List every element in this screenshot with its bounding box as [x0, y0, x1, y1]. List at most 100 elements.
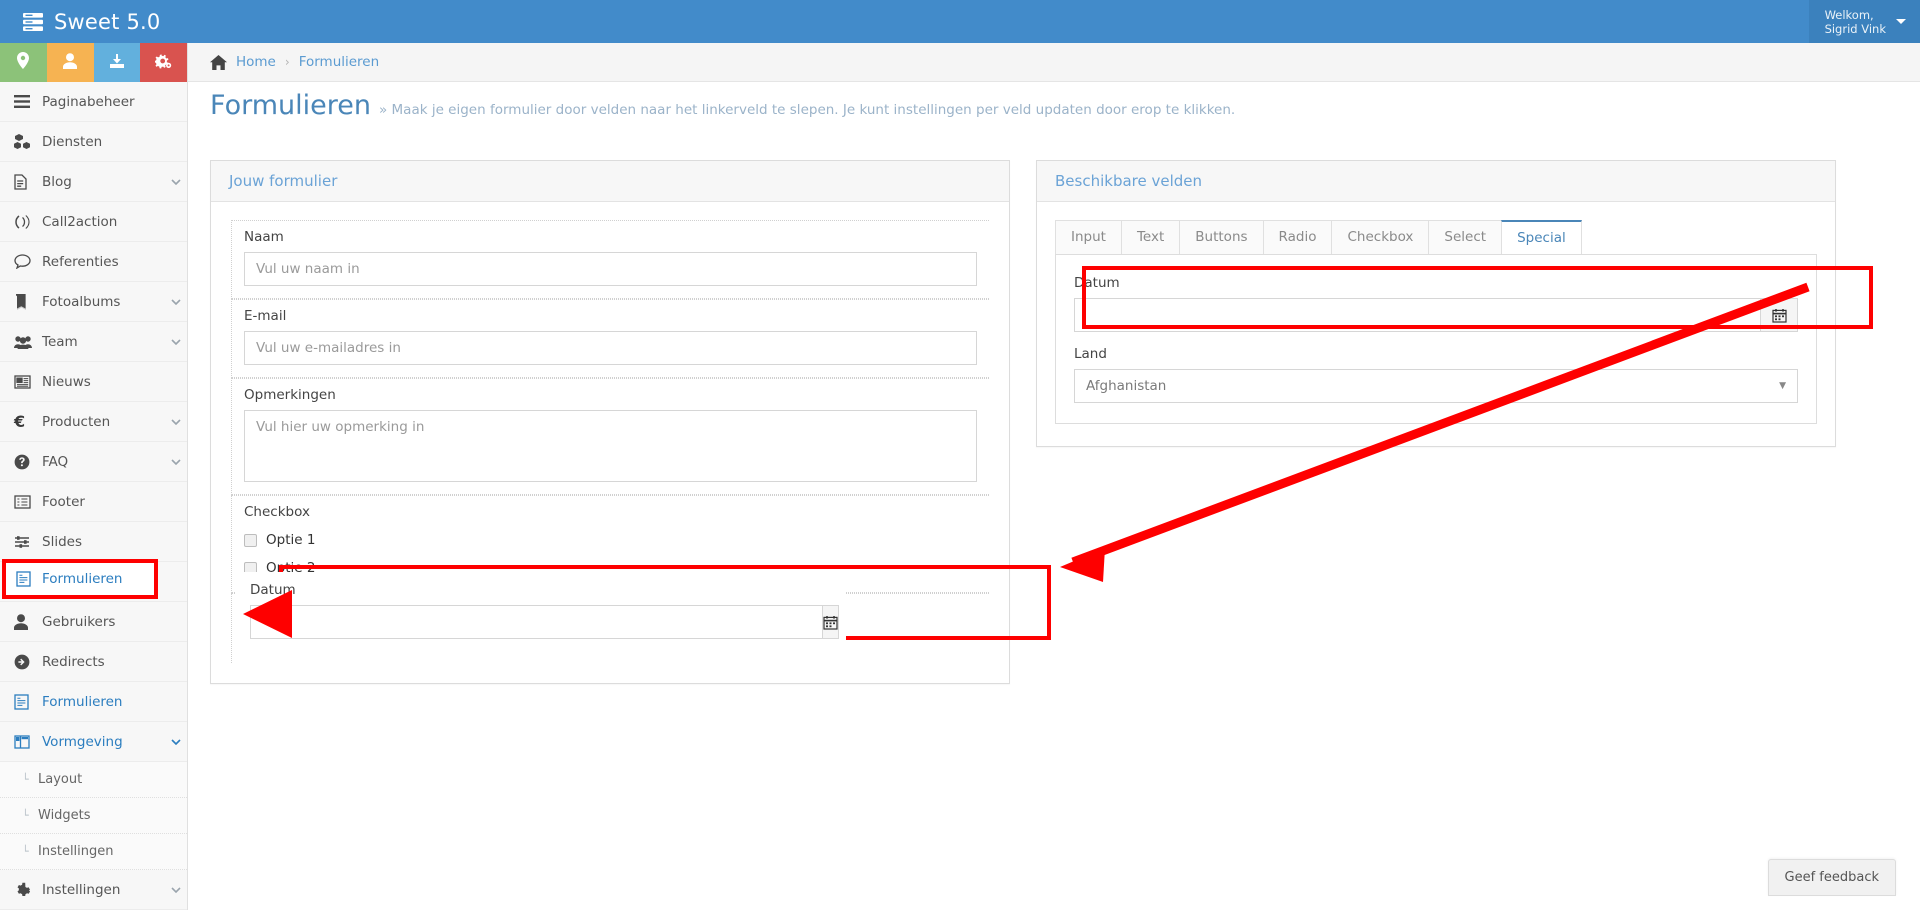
naam-input[interactable]: Vul uw naam in [244, 252, 977, 286]
calendar-icon[interactable] [1760, 298, 1798, 332]
sidebar-item-label: Vormgeving [42, 733, 123, 750]
user-greeting: Welkom, Sigrid Vink [1825, 8, 1886, 36]
sidebar-item-referenties[interactable]: Referenties [0, 242, 187, 282]
sidebar-item-slides[interactable]: Slides [0, 522, 187, 562]
sidebar-item-diensten[interactable]: Diensten [0, 122, 187, 162]
sidebar-subitem-widgets[interactable]: └ Widgets [0, 798, 187, 834]
sidebar-item-nieuws[interactable]: Nieuws [0, 362, 187, 402]
sidebar-item-paginabeheer[interactable]: Paginabeheer [0, 82, 187, 122]
gear-icon [14, 882, 42, 898]
tab-label: Select [1444, 229, 1487, 245]
tab-checkbox[interactable]: Checkbox [1331, 220, 1430, 254]
cogs-icon [154, 53, 172, 73]
sidebar-item-label: Team [42, 333, 78, 350]
tree-branch-icon: └ [22, 809, 29, 822]
sidebar-item-fotoalbums[interactable]: Fotoalbums [0, 282, 187, 322]
brand[interactable]: Sweet 5.0 [0, 0, 188, 43]
users-icon [14, 335, 42, 349]
breadcrumb-current[interactable]: Formulieren [299, 54, 380, 70]
tree-branch-icon: └ [22, 773, 29, 786]
datum-input[interactable] [1074, 298, 1760, 332]
comment-icon [14, 254, 42, 269]
tab-input[interactable]: Input [1055, 220, 1122, 254]
sidebar-item-instellingen[interactable]: Instellingen [0, 870, 187, 910]
sidebar-item-faq[interactable]: FAQ [0, 442, 187, 482]
sidebar-subitem-layout[interactable]: └ Layout [0, 762, 187, 798]
bars-icon [14, 95, 42, 108]
sidebar-subitem-label: Instellingen [38, 844, 114, 859]
chevron-down-icon [165, 338, 187, 345]
tab-buttons[interactable]: Buttons [1179, 220, 1264, 254]
page-header: Formulieren » Maak je eigen formulier do… [210, 90, 1235, 121]
user-menu[interactable]: Welkom, Sigrid Vink [1808, 0, 1920, 43]
tab-label: Text [1136, 229, 1165, 245]
breadcrumb-home-link[interactable]: Home [236, 54, 276, 70]
sidebar-item-label: Paginabeheer [42, 93, 135, 110]
brand-title: Sweet 5.0 [54, 9, 161, 34]
chevron-down-icon [165, 458, 187, 465]
quick-actions [0, 43, 187, 82]
checkbox-option-label: Optie 1 [266, 532, 316, 548]
quick-action-map-marker[interactable] [0, 43, 47, 82]
tab-label: Buttons [1195, 229, 1248, 245]
available-fields-panel-header: Beschikbare velden [1037, 161, 1835, 202]
breadcrumb-separator: › [284, 55, 290, 69]
sidebar-subitem-label: Layout [38, 772, 83, 787]
euro-icon: € [14, 412, 26, 431]
calendar-icon[interactable] [822, 605, 839, 639]
form-field-naam[interactable]: Naam Vul uw naam in [231, 220, 989, 299]
sidebar-subitem-instellingen[interactable]: └ Instellingen [0, 834, 187, 870]
dropped-datum-field[interactable]: Datum [236, 572, 846, 651]
user-icon [14, 613, 42, 630]
sidebar-item-label: Slides [42, 533, 82, 550]
checkbox-box[interactable] [244, 533, 257, 547]
tab-special[interactable]: Special [1501, 220, 1582, 254]
available-fields-panel: Beschikbare velden Input Text Buttons Ra… [1036, 160, 1836, 447]
form-field-label: E-mail [244, 308, 287, 324]
checkbox-option-1[interactable]: Optie 1 [244, 532, 977, 548]
form-field-opmerkingen[interactable]: Opmerkingen Vul hier uw opmerking in [231, 378, 989, 495]
field-type-tabs: Input Text Buttons Radio Checkbox Select… [1055, 220, 1817, 255]
sidebar-item-formulieren[interactable]: Formulieren [0, 682, 187, 722]
sidebar-item-redirects[interactable]: Redirects [0, 642, 187, 682]
tab-label: Special [1517, 230, 1566, 246]
map-marker-icon [16, 52, 30, 73]
dropped-datum-input-group[interactable] [250, 605, 839, 639]
sidebar-item-label: Call2action [42, 213, 118, 230]
your-form-panel-title: Jouw formulier [229, 172, 338, 190]
available-field-label: Land [1074, 346, 1107, 362]
sidebar-item-gebruikers[interactable]: Gebruikers [0, 602, 187, 642]
quick-action-user[interactable] [46, 43, 94, 82]
sidebar-item-call2action[interactable]: Call2action [0, 202, 187, 242]
sidebar-item-label: Diensten [42, 133, 103, 150]
sidebar-item-producten[interactable]: € Producten [0, 402, 187, 442]
special-fields-panel: Datum Land Afghanistan ▼ [1055, 255, 1817, 424]
available-field-datum[interactable]: Datum [1074, 275, 1798, 332]
feedback-button[interactable]: Geef feedback [1767, 859, 1896, 896]
top-bar: Sweet 5.0 Welkom, Sigrid Vink [0, 0, 1920, 43]
sidebar-item-team[interactable]: Team [0, 322, 187, 362]
sidebar-subitem-label: Widgets [38, 808, 91, 823]
sidebar-item-label: FAQ [42, 453, 69, 470]
sidebar-item-label: Instellingen [42, 881, 121, 898]
email-input[interactable]: Vul uw e-mailadres in [244, 331, 977, 365]
dropped-datum-input[interactable] [250, 605, 822, 639]
sidebar-item-vormgeving[interactable]: Vormgeving [0, 722, 187, 762]
sidebar-item-footer[interactable]: Footer [0, 482, 187, 522]
form-icon [16, 571, 42, 587]
tab-select[interactable]: Select [1428, 220, 1503, 254]
tab-text[interactable]: Text [1120, 220, 1181, 254]
sidebar-item-label: Producten [42, 413, 111, 430]
land-select[interactable]: Afghanistan ▼ [1074, 369, 1798, 403]
form-field-email[interactable]: E-mail Vul uw e-mailadres in [231, 299, 989, 378]
tab-radio[interactable]: Radio [1262, 220, 1333, 254]
user-icon [63, 52, 78, 73]
opmerkingen-textarea[interactable]: Vul hier uw opmerking in [244, 410, 977, 482]
available-field-land[interactable]: Land Afghanistan ▼ [1074, 346, 1798, 403]
sidebar-item-blog[interactable]: Blog [0, 162, 187, 202]
quick-action-download[interactable] [93, 43, 141, 82]
form-field-label: Naam [244, 229, 284, 245]
tab-label: Checkbox [1347, 229, 1414, 245]
datum-input-group[interactable] [1074, 298, 1798, 332]
quick-action-cogs[interactable] [140, 43, 187, 82]
